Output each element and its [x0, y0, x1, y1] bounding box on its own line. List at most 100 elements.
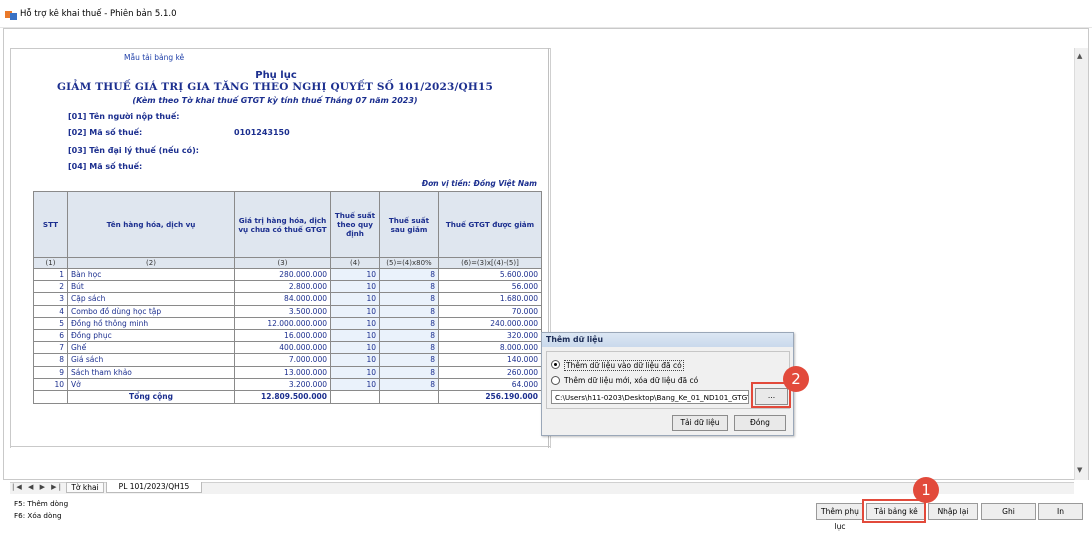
index-cell: (5)=(4)x80%	[379, 257, 439, 269]
radio-selected-dot	[554, 363, 557, 366]
field-agent-name: [03] Tên đại lý thuế (nếu có):	[68, 146, 199, 155]
total-empty-cell	[379, 389, 439, 404]
header-value: Giá trị hàng hóa, dịch vụ chưa có thuế G…	[234, 191, 331, 258]
tab-pl-101[interactable]: PL 101/2023/QH15	[106, 482, 202, 493]
cell-rate[interactable]: 10	[330, 280, 380, 294]
index-cell: (6)=(3)x[(4)-(5)]	[438, 257, 542, 269]
cell-name[interactable]: Cặp sách	[67, 292, 235, 306]
cell-name[interactable]: Ghế	[67, 341, 235, 355]
cell-rate[interactable]: 10	[330, 377, 380, 391]
cell-stt: 2	[33, 280, 68, 294]
cell-reduced[interactable]: 8	[379, 304, 439, 318]
dialog-title[interactable]: Thêm dữ liệu	[542, 333, 793, 347]
table-row[interactable]: 7 Ghế 400.000.000 10 8 8.000.000	[33, 341, 542, 355]
cell-stt: 6	[33, 328, 68, 343]
sheet-left-border	[10, 48, 11, 448]
cell-name[interactable]: Combo đồ dùng học tập	[67, 304, 235, 318]
app-logo-icon	[5, 11, 17, 20]
cell-value[interactable]: 7.000.000	[234, 353, 331, 367]
table-row[interactable]: 9 Sách tham khảo 13.000.000 10 8 260.000	[33, 365, 542, 379]
tab-to-khai[interactable]: Tờ khai	[66, 482, 104, 493]
header-tax-reduced: Thuế GTGT được giảm	[438, 191, 542, 258]
add-appendix-button[interactable]: Thêm phụ lục	[816, 503, 864, 531]
table-row[interactable]: 3 Cặp sách 84.000.000 10 8 1.680.000	[33, 292, 542, 306]
header-rate: Thuế suất theo quy định	[330, 191, 380, 258]
table-row[interactable]: 1 Bàn học 280.000.000 10 8 5.600.000	[33, 267, 542, 282]
field-taxpayer-name: [01] Tên người nộp thuế:	[68, 112, 180, 121]
print-button[interactable]: In	[1038, 503, 1083, 520]
scroll-up-icon[interactable]: ▲	[1077, 52, 1082, 60]
cell-stt: 4	[33, 304, 68, 318]
cell-tax: 64.000	[438, 377, 542, 391]
cell-value[interactable]: 12.000.000.000	[234, 316, 331, 330]
table-row[interactable]: 5 Đồng hồ thông minh 12.000.000.000 10 8…	[33, 316, 542, 330]
radio-replace-data[interactable]	[551, 376, 560, 385]
cell-name[interactable]: Sách tham khảo	[67, 365, 235, 379]
cell-value[interactable]: 84.000.000	[234, 292, 331, 306]
tab-nav-arrows-icon[interactable]: |◀ ◀ ▶ ▶|	[12, 483, 63, 491]
header-name: Tên hàng hóa, dịch vụ	[67, 191, 235, 258]
cell-rate[interactable]: 10	[330, 316, 380, 330]
cell-rate[interactable]: 10	[330, 304, 380, 318]
cell-tax: 260.000	[438, 365, 542, 379]
window-title: Hỗ trợ kê khai thuế - Phiên bản 5.1.0	[20, 9, 177, 19]
cell-rate[interactable]: 10	[330, 353, 380, 367]
cell-value[interactable]: 3.200.000	[234, 377, 331, 391]
scroll-down-icon[interactable]: ▼	[1077, 466, 1082, 474]
radio-replace-label[interactable]: Thêm dữ liệu mới, xóa dữ liệu đã có	[564, 376, 698, 385]
currency-unit: Đơn vị tiền: Đồng Việt Nam	[421, 179, 537, 188]
cell-value[interactable]: 400.000.000	[234, 341, 331, 355]
table-row[interactable]: 8 Giá sách 7.000.000 10 8 140.000	[33, 353, 542, 367]
cell-name[interactable]: Bàn học	[67, 267, 235, 282]
sheet-top-border	[10, 48, 550, 49]
cell-reduced[interactable]: 8	[379, 328, 439, 343]
cell-reduced[interactable]: 8	[379, 353, 439, 367]
cell-rate[interactable]: 10	[330, 292, 380, 306]
template-label[interactable]: Mẫu tải bảng kê	[124, 53, 184, 62]
cell-reduced[interactable]: 8	[379, 292, 439, 306]
cell-name[interactable]: Đồng phục	[67, 328, 235, 343]
cell-rate[interactable]: 10	[330, 341, 380, 355]
vertical-scrollbar[interactable]	[1074, 48, 1088, 480]
cell-tax: 56.000	[438, 280, 542, 294]
cell-name[interactable]: Bút	[67, 280, 235, 294]
reset-button[interactable]: Nhập lại	[928, 503, 978, 520]
cell-name[interactable]: Giá sách	[67, 353, 235, 367]
index-cell: (1)	[33, 257, 68, 269]
cell-reduced[interactable]: 8	[379, 280, 439, 294]
cell-value[interactable]: 16.000.000	[234, 328, 331, 343]
cell-rate[interactable]: 10	[330, 328, 380, 343]
total-value: 12.809.500.000	[234, 389, 331, 404]
cell-stt: 7	[33, 341, 68, 355]
file-path-input[interactable]: C:\Users\h11-0203\Desktop\Bang_Ke_01_ND1…	[551, 390, 749, 404]
cell-value[interactable]: 2.800.000	[234, 280, 331, 294]
index-cell: (4)	[330, 257, 380, 269]
cell-name[interactable]: Đồng hồ thông minh	[67, 316, 235, 330]
table-row[interactable]: 4 Combo đồ dùng học tập 3.500.000 10 8 7…	[33, 304, 542, 318]
form-title: GIẢM THUẾ GIÁ TRỊ GIA TĂNG THEO NGHỊ QUY…	[56, 81, 494, 93]
table-row[interactable]: 6 Đồng phục 16.000.000 10 8 320.000	[33, 328, 542, 343]
close-dialog-button[interactable]: Đóng	[734, 415, 786, 431]
cell-value[interactable]: 13.000.000	[234, 365, 331, 379]
header-stt: STT	[33, 191, 68, 258]
cell-reduced[interactable]: 8	[379, 377, 439, 391]
cell-reduced[interactable]: 8	[379, 365, 439, 379]
radio-append-label[interactable]: Thêm dữ liệu vào dữ liệu đã có	[564, 360, 684, 371]
load-data-button[interactable]: Tải dữ liệu	[672, 415, 728, 431]
cell-value[interactable]: 280.000.000	[234, 267, 331, 282]
cell-reduced[interactable]: 8	[379, 316, 439, 330]
cell-stt: 3	[33, 292, 68, 306]
cell-reduced[interactable]: 8	[379, 267, 439, 282]
cell-rate[interactable]: 10	[330, 267, 380, 282]
table-row[interactable]: 10 Vở 3.200.000 10 8 64.000	[33, 377, 542, 391]
cell-stt: 5	[33, 316, 68, 330]
cell-rate[interactable]: 10	[330, 365, 380, 379]
field-tax-code-value[interactable]: 0101243150	[234, 128, 290, 137]
table-row[interactable]: 2 Bút 2.800.000 10 8 56.000	[33, 280, 542, 294]
cell-value[interactable]: 3.500.000	[234, 304, 331, 318]
save-button[interactable]: Ghi	[981, 503, 1036, 520]
cell-tax: 140.000	[438, 353, 542, 367]
cell-reduced[interactable]: 8	[379, 341, 439, 355]
cell-name[interactable]: Vở	[67, 377, 235, 391]
hint-add-row: F5: Thêm dòng	[14, 499, 69, 508]
